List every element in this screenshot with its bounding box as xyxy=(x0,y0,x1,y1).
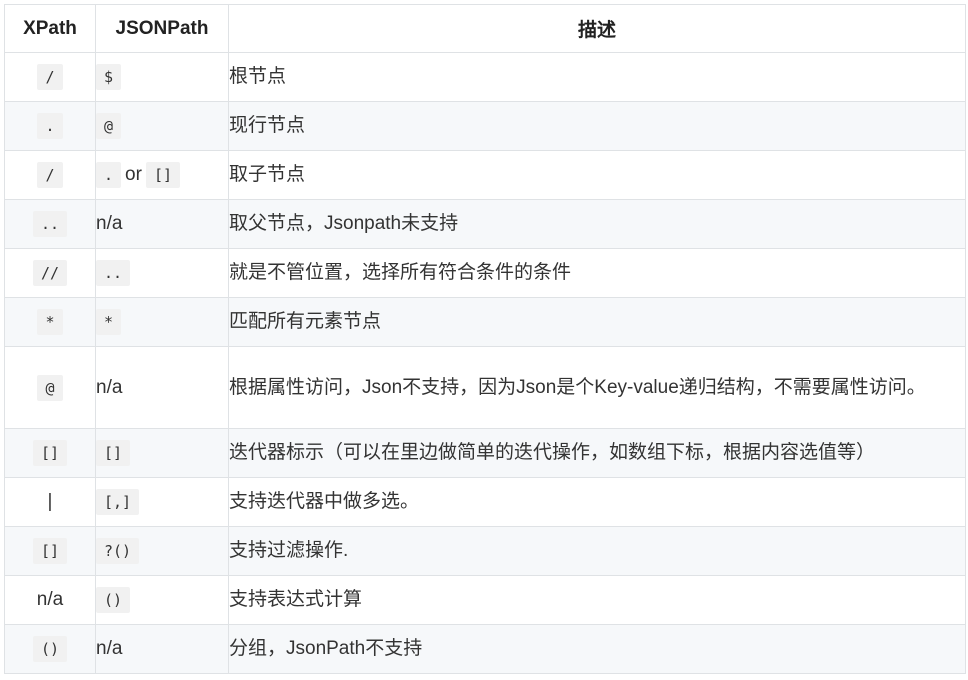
xpath-code: / xyxy=(37,162,63,188)
xpath-code: // xyxy=(32,260,68,286)
description-cell: 现行节点 xyxy=(228,101,966,151)
jsonpath-or-text: or xyxy=(125,164,142,185)
table-header: XPath JSONPath 描述 xyxy=(4,4,966,53)
jsonpath-text: n/a xyxy=(96,638,123,659)
table-row: | [,] 支持迭代器中做多选。 xyxy=(4,477,966,527)
table-row: [] ?() 支持过滤操作. xyxy=(4,526,966,576)
jsonpath-cell: . or[] xyxy=(95,150,229,200)
jsonpath-cell: n/a xyxy=(95,199,229,249)
description-cell: 分组，JsonPath不支持 xyxy=(228,624,966,674)
xpath-cell: / xyxy=(4,52,96,102)
description-cell: 支持迭代器中做多选。 xyxy=(228,477,966,527)
table-body: / $ 根节点 . @ 现行节点 / . or[] 取子节点 .. n/a 取父节… xyxy=(4,52,966,674)
jsonpath-code: . xyxy=(96,162,122,188)
xpath-text: | xyxy=(47,491,53,512)
xpath-cell: () xyxy=(4,624,96,674)
jsonpath-cell: [,] xyxy=(95,477,229,527)
xpath-jsonpath-table: XPath JSONPath 描述 / $ 根节点 . @ 现行节点 / . or… xyxy=(4,4,966,674)
table-row: () n/a 分组，JsonPath不支持 xyxy=(4,624,966,674)
xpath-cell: // xyxy=(4,248,96,298)
table-row: / $ 根节点 xyxy=(4,52,966,102)
xpath-code: () xyxy=(32,636,68,662)
jsonpath-cell: () xyxy=(95,575,229,625)
table-row: . @ 现行节点 xyxy=(4,101,966,151)
xpath-cell: . xyxy=(4,101,96,151)
table-row: / . or[] 取子节点 xyxy=(4,150,966,200)
jsonpath-code: * xyxy=(96,309,122,335)
xpath-cell: [] xyxy=(4,428,96,478)
xpath-code: . xyxy=(37,113,63,139)
jsonpath-cell: * xyxy=(95,297,229,347)
header-row: XPath JSONPath 描述 xyxy=(4,4,966,53)
jsonpath-cell: [] xyxy=(95,428,229,478)
xpath-text: n/a xyxy=(36,589,64,610)
header-jsonpath: JSONPath xyxy=(95,4,229,53)
jsonpath-code: () xyxy=(96,587,131,613)
table-row: @ n/a 根据属性访问，Json不支持，因为Json是个Key-value递归… xyxy=(4,346,966,429)
jsonpath-code: [] xyxy=(145,162,180,188)
table-row: [] [] 迭代器标示（可以在里边做简单的迭代操作，如数组下标，根据内容选值等） xyxy=(4,428,966,478)
xpath-cell: | xyxy=(4,477,96,527)
table-row: // .. 就是不管位置，选择所有符合条件的条件 xyxy=(4,248,966,298)
jsonpath-cell: .. xyxy=(95,248,229,298)
jsonpath-text: n/a xyxy=(96,376,123,398)
description-cell: 匹配所有元素节点 xyxy=(228,297,966,347)
xpath-code: / xyxy=(37,64,63,90)
jsonpath-cell: n/a xyxy=(95,624,229,674)
xpath-cell: [] xyxy=(4,526,96,576)
description-cell: 迭代器标示（可以在里边做简单的迭代操作，如数组下标，根据内容选值等） xyxy=(228,428,966,478)
xpath-cell: @ xyxy=(4,346,96,429)
jsonpath-cell: ?() xyxy=(95,526,229,576)
jsonpath-code: $ xyxy=(96,64,122,90)
xpath-cell: n/a xyxy=(4,575,96,625)
xpath-code: @ xyxy=(37,374,63,401)
jsonpath-cell: @ xyxy=(95,101,229,151)
description-cell: 根据属性访问，Json不支持，因为Json是个Key-value递归结构，不需要… xyxy=(228,346,966,429)
jsonpath-text: n/a xyxy=(96,213,123,234)
description-cell: 支持过滤操作. xyxy=(228,526,966,576)
jsonpath-code: [,] xyxy=(96,489,140,515)
xpath-code: .. xyxy=(32,211,68,237)
xpath-cell: / xyxy=(4,150,96,200)
description-cell: 根节点 xyxy=(228,52,966,102)
jsonpath-cell: n/a xyxy=(95,346,229,429)
description-cell: 取子节点 xyxy=(228,150,966,200)
jsonpath-cell: $ xyxy=(95,52,229,102)
jsonpath-code: ?() xyxy=(96,538,140,564)
jsonpath-code: [] xyxy=(96,440,131,466)
header-description: 描述 xyxy=(228,4,966,53)
table-row: * * 匹配所有元素节点 xyxy=(4,297,966,347)
header-xpath: XPath xyxy=(4,4,96,53)
description-cell: 支持表达式计算 xyxy=(228,575,966,625)
xpath-code: * xyxy=(37,309,63,335)
jsonpath-code: @ xyxy=(96,113,122,139)
jsonpath-code: .. xyxy=(96,260,131,286)
xpath-cell: .. xyxy=(4,199,96,249)
description-cell: 取父节点，Jsonpath未支持 xyxy=(228,199,966,249)
table-row: .. n/a 取父节点，Jsonpath未支持 xyxy=(4,199,966,249)
xpath-cell: * xyxy=(4,297,96,347)
xpath-code: [] xyxy=(32,538,68,564)
table-row: n/a () 支持表达式计算 xyxy=(4,575,966,625)
xpath-code: [] xyxy=(32,440,68,466)
description-cell: 就是不管位置，选择所有符合条件的条件 xyxy=(228,248,966,298)
